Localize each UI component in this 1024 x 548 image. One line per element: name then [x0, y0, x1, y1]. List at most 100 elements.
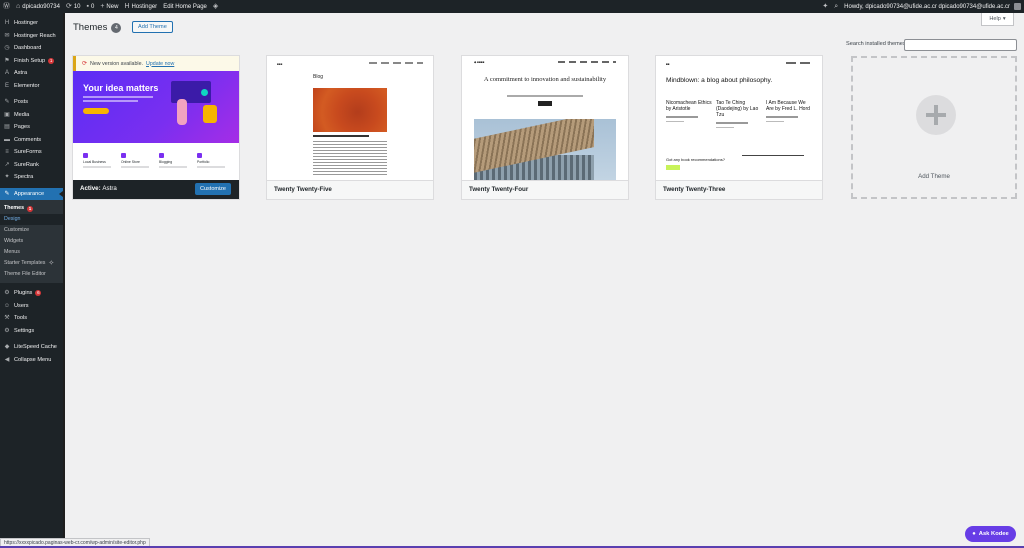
comments-link[interactable]: ▪ 0 — [84, 0, 98, 13]
wordpress-logo-button[interactable]: Ⓦ — [0, 0, 13, 13]
tools-icon: ⚒ — [4, 315, 10, 322]
preview-logo: ■■■ — [277, 62, 283, 66]
rank-icon: ↗ — [4, 161, 10, 168]
updates-link[interactable]: ⟳ 10 — [63, 0, 84, 13]
update-now-link[interactable]: Update now — [146, 61, 174, 67]
submenu-theme-file-editor[interactable]: Theme File Editor — [0, 269, 63, 280]
sidebar-item-litespeed-cache[interactable]: ◆ LiteSpeed Cache — [0, 341, 63, 354]
preview-post: I Am Because We Are by Fred L. Hord — [766, 100, 812, 122]
sidebar-item-sureforms[interactable]: ≡ SureForms — [0, 146, 63, 159]
avatar — [1014, 3, 1021, 10]
site-name-link[interactable]: ⌂ dpicado90734 — [13, 0, 63, 13]
main-area: Help ▾ Themes 4 Add Theme Search installe… — [63, 13, 1024, 548]
feature-icon — [197, 153, 202, 158]
add-theme-card[interactable]: Add Theme — [851, 56, 1017, 199]
admin-bar: Ⓦ ⌂ dpicado90734 ⟳ 10 ▪ 0 + New H Hostinger E… — [0, 0, 1024, 13]
settings-icon: ⚙ — [4, 327, 10, 334]
hero-cta — [83, 108, 109, 114]
sidebar-item-pages[interactable]: ▤ Pages — [0, 121, 63, 134]
ai-sparkle-button[interactable]: ✦ — [819, 0, 831, 13]
sidebar-item-users[interactable]: ☺ Users — [0, 300, 63, 313]
sidebar-item-posts[interactable]: ✎ Posts — [0, 96, 63, 109]
brush-icon: ✎ — [4, 190, 10, 197]
diamond-icon: ◈ — [212, 3, 219, 10]
plus-icon: + — [100, 3, 105, 10]
litespeed-icon: ◆ — [4, 344, 10, 351]
submenu-design[interactable]: Design — [0, 214, 63, 225]
hostinger-logo-icon: H — [124, 3, 130, 10]
sidebar-item-comments[interactable]: ▬ Comments — [0, 134, 63, 147]
hostinger-link[interactable]: H Hostinger — [121, 0, 160, 13]
plus-icon — [916, 95, 956, 135]
update-notice: ⟳ New version available. Update now — [73, 56, 239, 71]
theme-screenshot[interactable]: ◆ ■■■■ A commitment to innovation and su… — [462, 56, 628, 180]
page-title: Themes 4 — [73, 22, 122, 33]
sidebar-item-dashboard[interactable]: ◷ Dashboard — [0, 42, 63, 55]
wordpress-icon: Ⓦ — [3, 3, 10, 10]
sidebar-item-media[interactable]: ▣ Media — [0, 109, 63, 122]
submenu-starter-templates[interactable]: Starter Templates ✧ — [0, 258, 63, 269]
sidebar-item-tools[interactable]: ⚒ Tools — [0, 312, 63, 325]
hostinger-icon: H — [4, 20, 10, 27]
update-alert-icon: ⟳ — [82, 61, 88, 67]
preview-image — [313, 88, 387, 132]
sidebar-item-plugins[interactable]: ⚙ Plugins 6 — [0, 287, 63, 300]
count-badge: 1 — [48, 57, 55, 64]
search-themes-input[interactable] — [904, 39, 1017, 51]
sidebar-item-appearance[interactable]: ✎ Appearance — [0, 187, 63, 200]
sidebar-item-elementor[interactable]: E Elementor — [0, 80, 63, 93]
sidebar-item-spectra[interactable]: ✦ Spectra — [0, 171, 63, 184]
help-tab-button[interactable]: Help ▾ — [981, 13, 1014, 26]
theme-card-twenty-twenty-five[interactable]: ■■■ Blog Twenty Twenty-Five — [267, 56, 433, 199]
theme-screenshot[interactable]: ■■ Mindblown: a blog about philosophy. N… — [656, 56, 822, 180]
customize-button[interactable]: Customize — [195, 183, 231, 195]
submenu-menus[interactable]: Menus — [0, 247, 63, 258]
sidebar-item-finish-setup[interactable]: ⚑ Finish Setup 1 — [0, 55, 63, 68]
spectra-icon: ✦ — [4, 174, 10, 181]
comment-icon: ▪ — [86, 3, 89, 10]
theme-card-twenty-twenty-four[interactable]: ◆ ■■■■ A commitment to innovation and su… — [462, 56, 628, 199]
feature-icon — [121, 153, 126, 158]
users-icon: ☺ — [3, 302, 11, 309]
submenu-widgets[interactable]: Widgets — [0, 236, 63, 247]
theme-screenshot[interactable]: ⟳ New version available. Update now Your… — [73, 56, 239, 180]
theme-screenshot[interactable]: ■■■ Blog — [267, 56, 433, 180]
preview-post: Tao Te Ching (Daodejing) by Lao Tzu — [716, 100, 762, 128]
sparkle-icon: ✦ — [822, 3, 829, 10]
plugin-icon: ⚙ — [4, 290, 10, 297]
edit-home-page-link[interactable]: Edit Home Page — [160, 0, 210, 13]
admin-sidebar: H Hostinger ✉ Hostinger Reach ◷ Dashboard ⚑ Fin… — [0, 13, 63, 548]
forms-icon: ≡ — [5, 149, 9, 156]
media-icon: ▣ — [4, 111, 10, 118]
ask-kodee-button[interactable]: ● Ask Kodee — [965, 526, 1016, 542]
preview-button — [666, 165, 680, 170]
admin-search-button[interactable]: ⌕ — [831, 0, 841, 13]
sidebar-item-hostinger-reach[interactable]: ✉ Hostinger Reach — [0, 30, 63, 43]
diamond-menu-button[interactable]: ◈ — [210, 0, 221, 13]
astra-hero-preview: Your idea matters — [73, 71, 239, 143]
submenu-themes[interactable]: Themes 1 — [0, 203, 63, 214]
feature-item: Local Business — [83, 153, 115, 168]
theme-name: Twenty Twenty-Four — [462, 180, 628, 199]
theme-card-twenty-twenty-three[interactable]: ■■ Mindblown: a blog about philosophy. N… — [656, 56, 822, 199]
chat-icon: ● — [972, 531, 976, 537]
sidebar-item-astra[interactable]: A Astra — [0, 67, 63, 80]
theme-count-badge: 4 — [111, 22, 122, 33]
feature-item: Online Store — [121, 153, 153, 168]
preview-logo: ◆ ■■■■ — [474, 60, 485, 64]
sidebar-item-collapse-menu[interactable]: ◀ Collapse Menu — [0, 354, 63, 367]
account-menu[interactable]: Howdy, dpicado90734@ufide.ac.cr dpicado9… — [841, 0, 1024, 13]
appearance-submenu: Themes 1 Design Customize Widgets Menus S… — [0, 200, 63, 283]
sidebar-item-settings[interactable]: ⚙ Settings — [0, 325, 63, 338]
chevron-down-icon: ▾ — [1002, 16, 1006, 22]
sidebar-item-hostinger[interactable]: H Hostinger — [0, 17, 63, 30]
add-theme-button[interactable]: Add Theme — [132, 21, 173, 33]
sidebar-item-surerank[interactable]: ↗ SureRank — [0, 159, 63, 172]
submenu-customize[interactable]: Customize — [0, 225, 63, 236]
dashboard-icon: ◷ — [4, 45, 10, 52]
search-icon: ⌕ — [834, 3, 839, 10]
theme-card-astra[interactable]: ⟳ New version available. Update now Your… — [73, 56, 239, 199]
updates-icon: ⟳ — [65, 3, 72, 10]
count-badge: 6 — [35, 290, 42, 297]
new-content-link[interactable]: + New — [97, 0, 121, 13]
